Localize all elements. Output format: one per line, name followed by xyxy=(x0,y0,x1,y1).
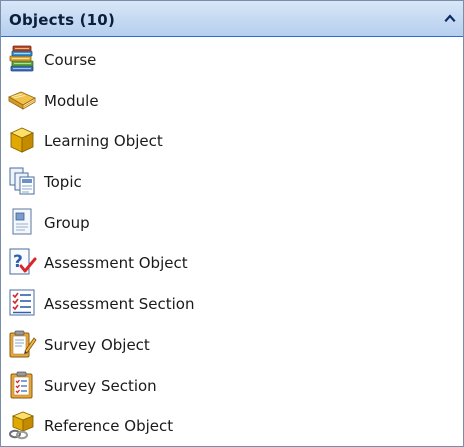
list-item-survey-section[interactable]: Survey Section xyxy=(1,365,463,406)
chevron-up-icon[interactable] xyxy=(444,13,456,23)
list-item-assessment-section[interactable]: Assessment Section xyxy=(1,283,463,324)
clipboard-pencil-icon xyxy=(9,330,37,358)
list-item-module[interactable]: Module xyxy=(1,80,463,121)
objects-list: Course Module Learning Object Topic Grou… xyxy=(1,39,463,446)
list-item-label: Module xyxy=(44,91,99,110)
list-item-label: Topic xyxy=(44,173,82,192)
books-stack-icon xyxy=(9,45,34,72)
open-book-icon xyxy=(7,91,36,110)
document-pages-icon xyxy=(9,167,35,195)
clipboard-list-icon xyxy=(10,371,33,398)
list-item-label: Survey Object xyxy=(44,335,150,354)
list-item-group[interactable]: Group xyxy=(1,202,463,243)
list-item-label: Survey Section xyxy=(44,376,157,395)
list-item-label: Reference Object xyxy=(44,417,174,436)
list-item-label: Assessment Section xyxy=(44,295,195,314)
list-item-assessment-object[interactable]: ? Assessment Object xyxy=(1,242,463,283)
checklist-icon xyxy=(9,289,35,316)
list-item-label: Learning Object xyxy=(44,132,163,151)
list-item-reference-object[interactable]: Reference Object xyxy=(1,405,463,446)
list-item-learning-object[interactable]: Learning Object xyxy=(1,120,463,161)
list-item-label: Course xyxy=(44,51,97,69)
cube-icon xyxy=(9,127,35,154)
objects-panel-header[interactable]: Objects (10) xyxy=(1,1,463,37)
list-item-label: Assessment Object xyxy=(44,254,188,273)
list-item-topic[interactable]: Topic xyxy=(1,161,463,202)
list-item-label: Group xyxy=(44,213,90,232)
svg-text:?: ? xyxy=(13,252,23,272)
objects-panel: Objects (10) Course Module Learning Obje… xyxy=(0,0,464,447)
list-item-survey-object[interactable]: Survey Object xyxy=(1,324,463,365)
group-page-icon xyxy=(12,208,32,235)
panel-title: Objects (10) xyxy=(9,11,116,29)
cube-link-icon xyxy=(9,411,35,440)
question-check-icon: ? xyxy=(9,248,37,275)
list-item-course[interactable]: Course xyxy=(1,39,463,80)
